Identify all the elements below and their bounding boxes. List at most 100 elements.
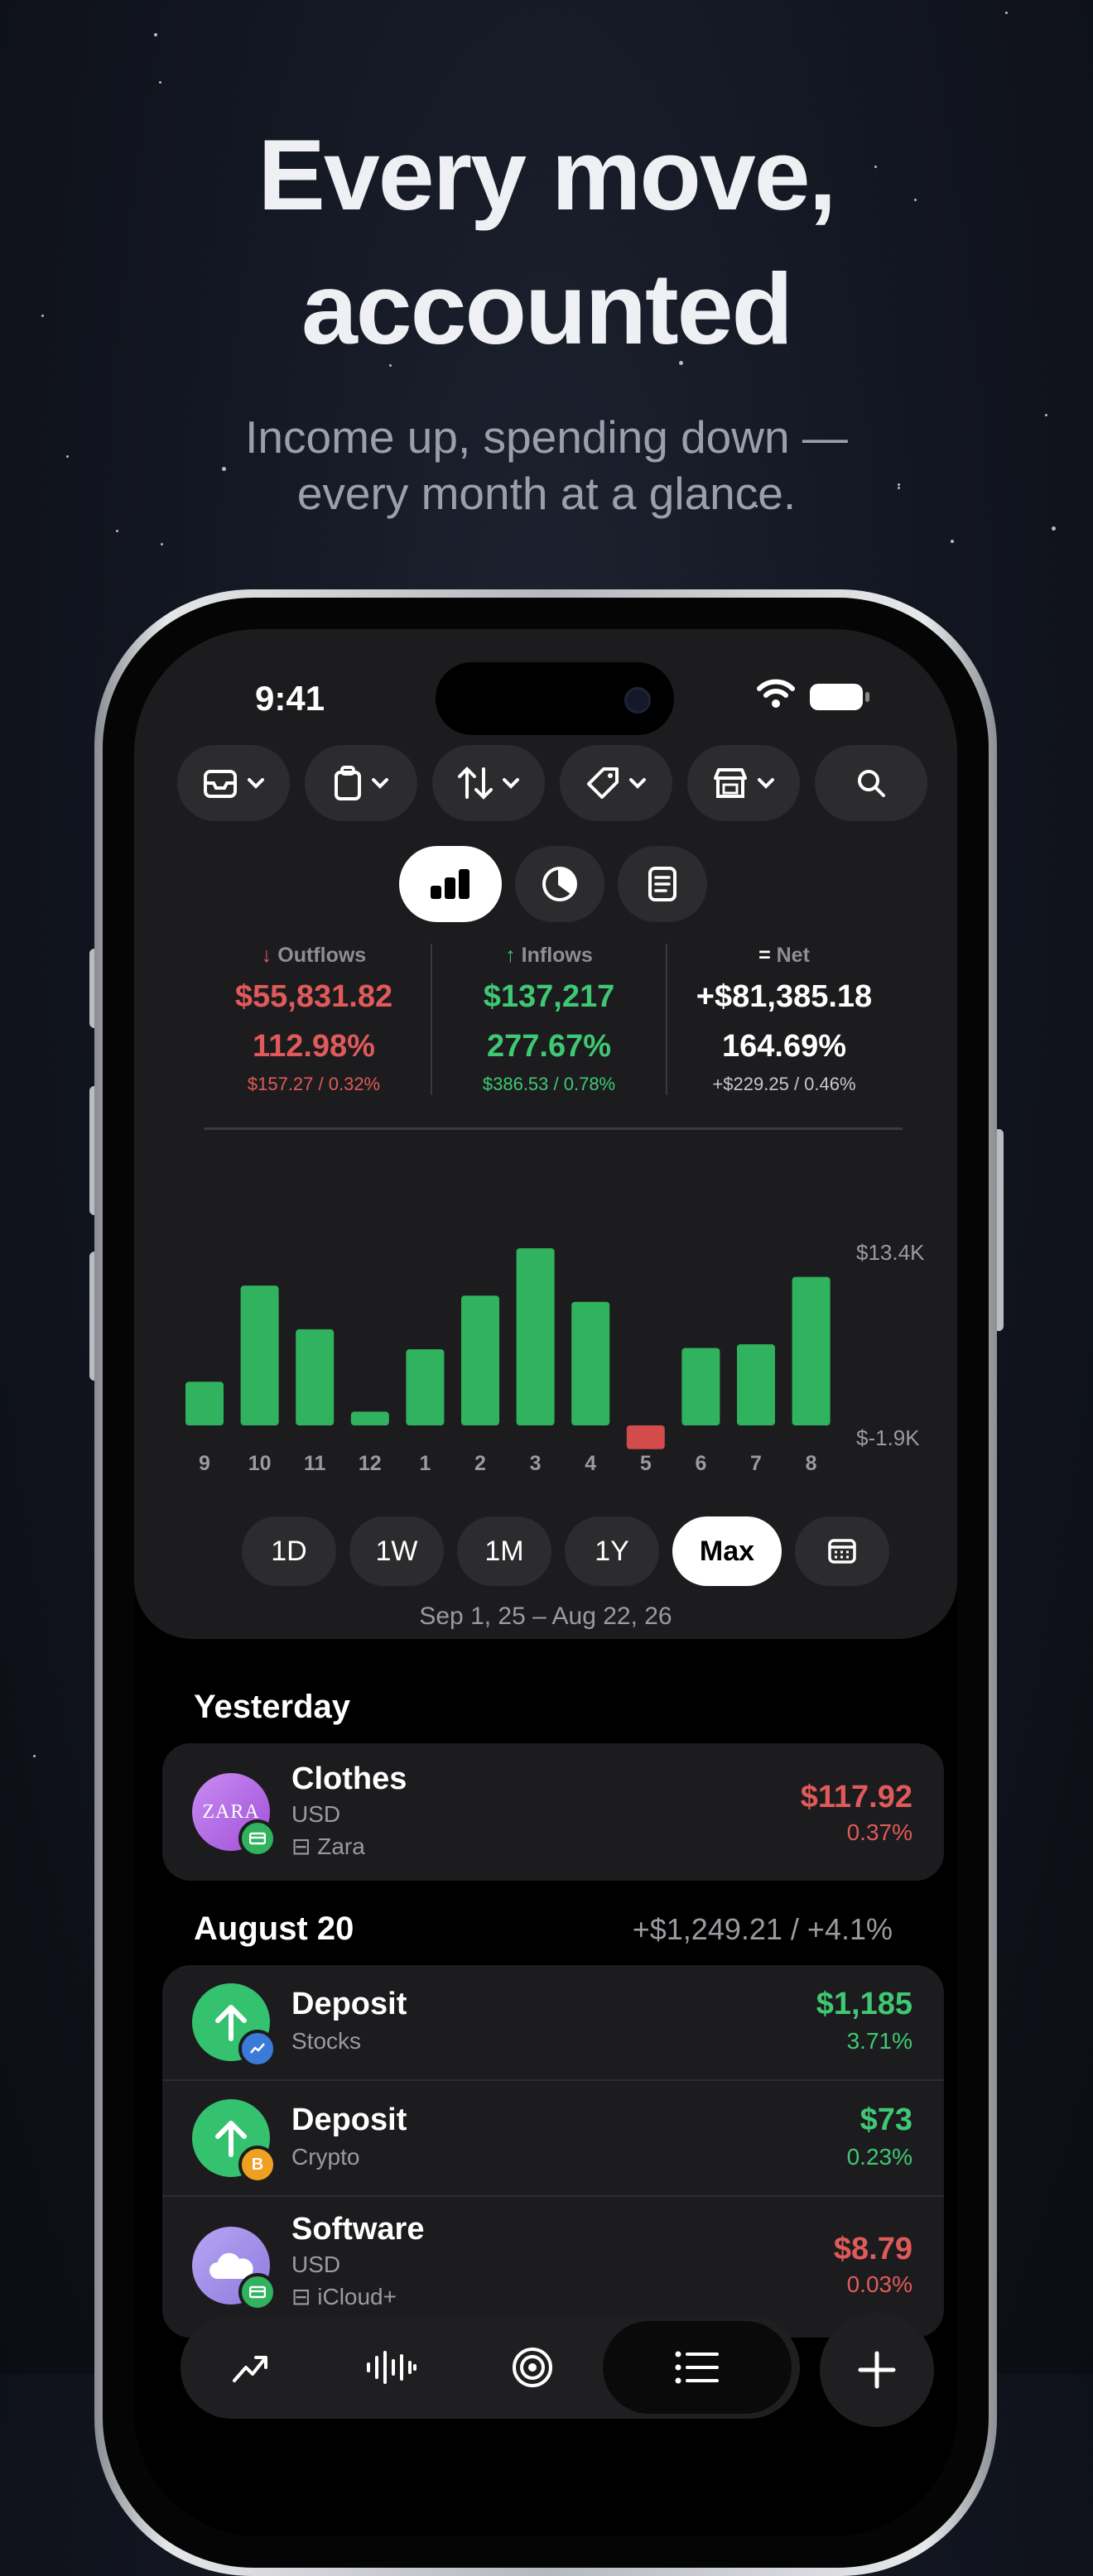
x-tick-label: 7 [750, 1452, 762, 1473]
chart-bar[interactable] [516, 1247, 555, 1425]
transaction-percent: 0.23% [846, 2144, 912, 2170]
x-tick-label: 10 [248, 1452, 272, 1473]
store-icon: ⊟ [291, 2284, 311, 2309]
range-1m-button[interactable]: 1M [457, 1516, 551, 1586]
hero-subtitle-line2: every month at a glance. [296, 468, 797, 519]
deposit-icon [192, 1983, 277, 2068]
chart-bar[interactable] [461, 1295, 499, 1425]
transaction-amount: $8.79 [833, 2232, 912, 2266]
x-tick-label: 6 [695, 1452, 706, 1473]
camera-icon [624, 687, 651, 714]
account-filter-button[interactable] [177, 745, 290, 821]
outflows-stat[interactable]: ↓ Outflows $55,831.82 112.98% $157.27 / … [197, 944, 431, 1095]
dynamic-island [436, 662, 674, 735]
tab-trends[interactable] [181, 2321, 321, 2414]
chart-bar[interactable] [185, 1382, 224, 1425]
chart-bar[interactable] [792, 1276, 831, 1425]
transaction-subtitle: Stocks [291, 2028, 362, 2054]
category-filter-button[interactable] [305, 745, 417, 821]
card-badge-icon [238, 1819, 277, 1858]
transaction-merchant: ⊟ iCloud+ [291, 2283, 397, 2310]
x-tick-label: 8 [806, 1452, 817, 1473]
plus-icon [858, 2351, 896, 2389]
report-view-button[interactable] [618, 846, 707, 922]
pie-chart-icon [542, 867, 577, 901]
outflows-percent: 112.98% [253, 1029, 375, 1064]
merchant-logo: ZARA [192, 1773, 277, 1858]
chart-bar[interactable] [681, 1348, 720, 1425]
x-tick-label: 1 [419, 1452, 431, 1473]
hero-title-line1: Every move, [258, 118, 837, 231]
tab-activity[interactable] [321, 2321, 462, 2414]
search-button[interactable] [815, 745, 927, 821]
range-1d-button[interactable]: 1D [242, 1516, 336, 1586]
y-tick-label: $-1.9K [856, 1425, 920, 1450]
tag-icon [587, 767, 619, 799]
hero-title: Every move, accounted [0, 108, 1093, 376]
bar-chart-icon [431, 869, 469, 899]
transaction-row[interactable]: ZARA Clothes USD ⊟ Zara $117.92 0.37% [162, 1743, 944, 1881]
chart-bar[interactable] [350, 1411, 389, 1425]
pie-chart-view-button[interactable] [515, 846, 604, 922]
transaction-currency: USD [291, 1801, 341, 1827]
x-tick-label: 5 [640, 1452, 652, 1473]
equals-icon: = [758, 944, 771, 967]
stats-summary: ↓ Outflows $55,831.82 112.98% $157.27 / … [197, 944, 901, 1095]
clipboard-icon [335, 766, 361, 800]
range-1w-button[interactable]: 1W [349, 1516, 444, 1586]
chevron-down-icon [503, 778, 519, 789]
hero-subtitle: Income up, spending down — every month a… [0, 409, 1093, 521]
net-label: = Net [667, 944, 901, 968]
hero: Every move, accounted Income up, spendin… [0, 108, 1093, 521]
icloud-logo [192, 2227, 277, 2311]
waveform-icon [367, 2351, 416, 2384]
inflows-label: ↑ Inflows [432, 944, 666, 968]
section-summary: +$1,249.21 / +4.1% [632, 1912, 893, 1946]
merchant-filter-button[interactable] [687, 745, 800, 821]
transaction-percent: 0.37% [846, 1819, 912, 1845]
x-tick-label: 2 [474, 1452, 486, 1473]
chart-bar[interactable] [737, 1344, 775, 1425]
net-stat[interactable]: = Net +$81,385.18 164.69% +$229.25 / 0.4… [666, 944, 901, 1095]
tab-transactions[interactable] [603, 2321, 792, 2414]
transaction-card-august-20: Deposit Stocks $1,185 3.71% B Deposit Cr… [162, 1965, 944, 2338]
chart-bar[interactable] [296, 1329, 335, 1425]
phone-screen: 9:41 ↓ Outflows $55,831.82 112.98% $157.… [134, 629, 957, 2536]
merchant-name: Zara [317, 1833, 365, 1859]
transaction-row[interactable]: Deposit Stocks $1,185 3.71% [162, 1965, 944, 2079]
merchant-name: iCloud+ [317, 2284, 397, 2309]
outflows-label: ↓ Outflows [197, 944, 431, 968]
document-icon [648, 867, 677, 901]
chart-bar[interactable] [571, 1301, 610, 1425]
transaction-percent: 0.03% [846, 2271, 912, 2297]
section-title-august-20: August 20 [194, 1910, 354, 1947]
chart-bar[interactable] [406, 1349, 445, 1425]
transaction-title: Software [291, 2212, 425, 2247]
range-1y-button[interactable]: 1Y [565, 1516, 659, 1586]
inflows-stat[interactable]: ↑ Inflows $137,217 277.67% $386.53 / 0.7… [431, 944, 666, 1095]
bar-chart-view-button[interactable] [399, 846, 502, 922]
chart-bar[interactable] [240, 1286, 279, 1425]
direction-filter-button[interactable] [432, 745, 545, 821]
y-tick-label: $13.4K [856, 1240, 925, 1265]
tag-filter-button[interactable] [560, 745, 672, 821]
transaction-row[interactable]: B Deposit Crypto $73 0.23% [162, 2079, 944, 2195]
add-transaction-button[interactable] [820, 2313, 934, 2427]
chart-bar[interactable] [626, 1425, 665, 1449]
search-icon [858, 770, 885, 797]
calendar-icon [828, 1539, 856, 1564]
tab-goals[interactable] [462, 2321, 603, 2414]
hero-subtitle-line1: Income up, spending down — [245, 411, 848, 463]
status-time: 9:41 [255, 679, 325, 718]
range-max-button[interactable]: Max [672, 1516, 782, 1586]
x-tick-label: 12 [359, 1452, 382, 1473]
inflows-label-text: Inflows [521, 944, 593, 967]
monthly-bar-chart[interactable]: 9 10 11 12 1 2 3 4 5 6 7 8$13.4K$-1.9K [134, 1209, 957, 1473]
inflows-amount: $137,217 [483, 979, 615, 1014]
transaction-subtitle: Crypto [291, 2144, 360, 2170]
wifi-icon [757, 679, 795, 708]
filter-bar [177, 745, 927, 821]
calendar-button[interactable] [795, 1516, 889, 1586]
outflows-label-text: Outflows [277, 944, 367, 967]
x-tick-label: 11 [304, 1452, 326, 1473]
